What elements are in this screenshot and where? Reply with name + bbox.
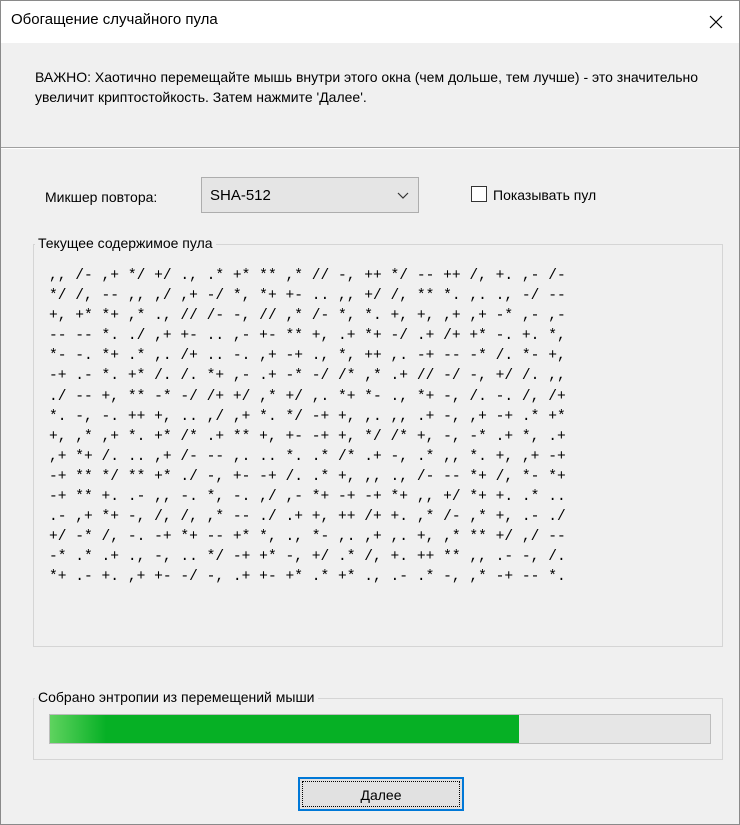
mixer-select-value: SHA-512	[210, 187, 271, 204]
next-button[interactable]: Далее	[298, 777, 464, 811]
show-pool-label[interactable]: Показывать пул	[493, 187, 596, 203]
mixer-label: Микшер повтора:	[45, 189, 158, 205]
entropy-progress-fill	[50, 715, 519, 743]
next-button-label: Далее	[360, 787, 402, 803]
entropy-group-title: Собрано энтропии из перемещений мыши	[35, 689, 318, 705]
dialog-window: Обогащение случайного пула ВАЖНО: Хаотич…	[0, 0, 740, 825]
chevron-down-icon	[397, 192, 409, 199]
show-pool-checkbox[interactable]	[471, 186, 487, 202]
separator	[1, 148, 739, 149]
pool-group-title: Текущее содержимое пула	[35, 235, 216, 251]
window-title: Обогащение случайного пула	[11, 11, 218, 28]
close-icon	[709, 15, 723, 29]
pool-contents: ,, /- ,+ */ +/ ., .* +* ** ,* // -, ++ *…	[49, 268, 566, 586]
close-button[interactable]	[693, 1, 739, 43]
important-message: ВАЖНО: Хаотично перемещайте мышь внутри …	[35, 69, 699, 105]
title-bar: Обогащение случайного пула	[1, 1, 739, 43]
mixer-select[interactable]: SHA-512	[201, 177, 419, 213]
entropy-progress-bar	[49, 714, 711, 744]
